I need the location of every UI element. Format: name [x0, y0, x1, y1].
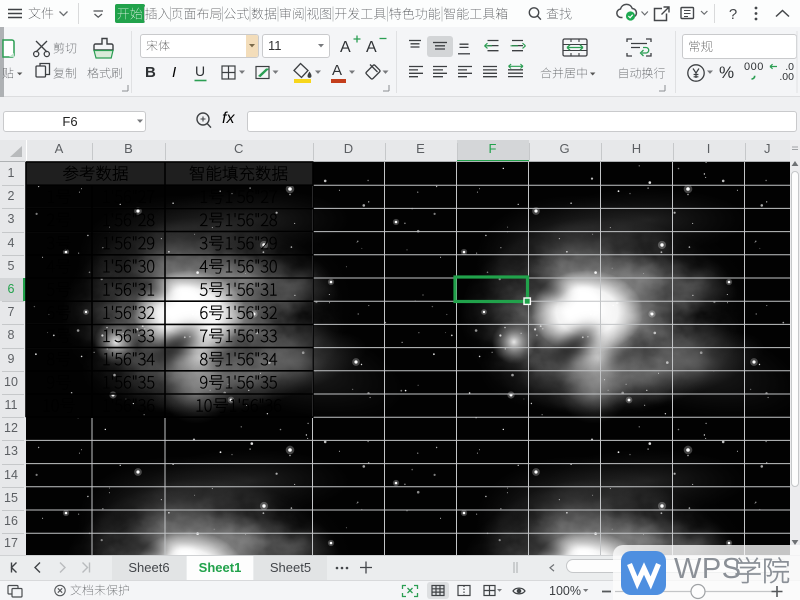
svg-text:?: ? [729, 6, 737, 23]
